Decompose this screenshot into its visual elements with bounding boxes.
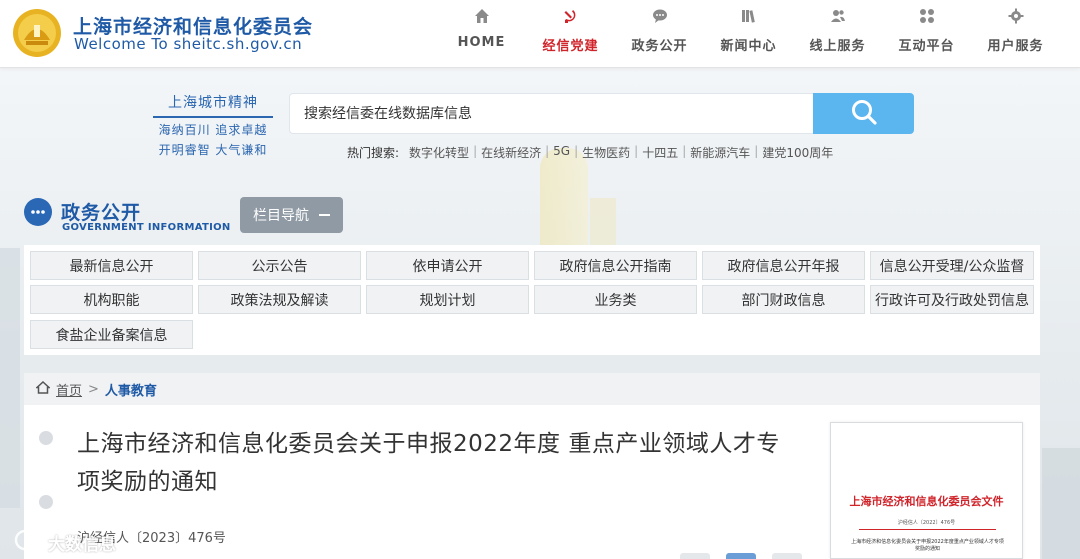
site-header: 上海市经济和信息化委员会 Welcome To sheitc.sh.gov.cn…: [0, 0, 1080, 68]
chat-bubble-icon: [615, 8, 704, 30]
separator: |: [545, 144, 550, 158]
hot-keyword[interactable]: 十四五: [642, 144, 678, 161]
city-spirit-slogan: 上海城市精神 海纳百川 追求卓越 开明睿智 大气谦和: [153, 92, 273, 158]
column-nav-label: 栏目导航: [253, 208, 309, 224]
category-item[interactable]: 食盐企业备案信息: [30, 320, 193, 349]
watermark-logo-icon: [14, 527, 48, 558]
nav-label: 用户服务: [987, 39, 1044, 54]
hot-keyword[interactable]: 建党100周年: [762, 144, 833, 161]
section-title: 政务公开: [61, 202, 142, 224]
thumbnail-doc-number: 沪经信人〔2022〕476号: [897, 520, 956, 526]
hot-keyword[interactable]: 在线新经济: [481, 144, 541, 161]
hot-keyword[interactable]: 数字化转型: [409, 144, 469, 161]
hot-searches: 热门搜索: 数字化转型 | 在线新经济 | 5G | 生物医药 | 十四五 | 新能源汽车…: [347, 144, 833, 161]
search-button[interactable]: [813, 93, 914, 134]
separator: |: [473, 144, 478, 158]
nav-item-gov-affairs[interactable]: 政务公开: [615, 8, 704, 60]
search-box: [289, 93, 814, 134]
hot-keyword[interactable]: 新能源汽车: [690, 144, 750, 161]
category-item[interactable]: 机构职能: [30, 285, 193, 314]
pager-tab-active[interactable]: [726, 553, 756, 559]
nav-item-online-services[interactable]: 线上服务: [793, 8, 882, 60]
category-item[interactable]: 公示公告: [198, 251, 361, 280]
site-domain: Welcome To sheitc.sh.gov.cn: [74, 35, 303, 53]
nav-label: 政务公开: [631, 39, 688, 54]
slogan-line: 开明睿智 大气谦和: [158, 143, 268, 157]
site-logo[interactable]: [12, 8, 62, 58]
category-item[interactable]: 依申请公开: [366, 251, 529, 280]
hammer-sickle-icon: [526, 8, 615, 30]
category-item[interactable]: 规划计划: [366, 285, 529, 314]
hot-keyword[interactable]: 生物医药: [582, 144, 630, 161]
bullet-dot: [39, 495, 53, 509]
search-icon: [850, 98, 878, 130]
separator: |: [754, 144, 759, 158]
breadcrumb: 首页 > 人事教育: [24, 373, 1040, 405]
collapse-icon: [319, 214, 330, 216]
thumbnail-body: 上海市经济和信息化委员会关于申报2022年度重点产业领域人才专项奖励的通知: [851, 539, 1004, 552]
article-title[interactable]: 上海市经济和信息化委员会关于申报2022年度 重点产业领域人才专项奖励的通知: [77, 425, 797, 501]
settings-icon: [971, 8, 1060, 30]
category-item[interactable]: 政策法规及解读: [198, 285, 361, 314]
category-item[interactable]: 政府信息公开年报: [702, 251, 865, 280]
pager-tab[interactable]: [772, 553, 802, 559]
separator: |: [634, 144, 639, 158]
bullet-dot: [39, 431, 53, 445]
section-subtitle: GOVERNMENT INFORMATION: [62, 222, 231, 233]
home-icon: [35, 380, 51, 398]
nav-label: 新闻中心: [720, 39, 777, 54]
skyline-tower: [1042, 448, 1080, 559]
nav-item-news-center[interactable]: 新闻中心: [704, 8, 793, 60]
nav-item-interaction[interactable]: 互动平台: [882, 8, 971, 60]
hot-search-label: 热门搜索:: [347, 146, 400, 160]
separator: |: [682, 144, 687, 158]
skyline-tower: [0, 248, 20, 508]
nav-label: 经信党建: [542, 39, 599, 54]
search-input[interactable]: [290, 94, 813, 133]
books-icon: [704, 8, 793, 30]
watermark-text: 大数信息: [48, 535, 116, 555]
category-item[interactable]: 业务类: [534, 285, 697, 314]
breadcrumb-home-link[interactable]: 首页: [56, 380, 82, 399]
users-icon: [793, 8, 882, 30]
category-grid: 最新信息公开 公示公告 依申请公开 政府信息公开指南 政府信息公开年报 信息公开…: [24, 245, 1040, 355]
thumbnail-red-rule: [859, 529, 996, 530]
category-item[interactable]: 政府信息公开指南: [534, 251, 697, 280]
thumbnail-header: 上海市经济和信息化委员会文件: [849, 495, 1004, 508]
slogan-line: 海纳百川 追求卓越: [158, 123, 268, 137]
nav-item-user-services[interactable]: 用户服务: [971, 8, 1060, 60]
document-thumbnail[interactable]: 上海市经济和信息化委员会文件 沪经信人〔2022〕476号 上海市经济和信息化委…: [830, 422, 1023, 559]
category-item[interactable]: 最新信息公开: [30, 251, 193, 280]
category-item[interactable]: 信息公开受理/公众监督: [870, 251, 1034, 280]
breadcrumb-separator: >: [88, 381, 99, 397]
nav-item-party-building[interactable]: 经信党建: [526, 8, 615, 60]
main-nav: HOME 经信党建 政务公开 新闻中心 线上服务 互动平台 用户服务: [437, 8, 1060, 60]
chat-bubble-icon: [24, 198, 52, 226]
breadcrumb-current[interactable]: 人事教育: [105, 380, 157, 399]
column-nav-toggle-button[interactable]: 栏目导航: [240, 197, 343, 233]
slogan-title: 上海城市精神: [153, 92, 273, 118]
separator: |: [574, 144, 579, 158]
home-icon: [437, 8, 526, 30]
category-item[interactable]: 部门财政信息: [702, 285, 865, 314]
nav-item-home[interactable]: HOME: [437, 8, 526, 60]
hot-keyword[interactable]: 5G: [553, 144, 570, 161]
category-item[interactable]: 行政许可及行政处罚信息: [870, 285, 1034, 314]
grid-dots-icon: [882, 8, 971, 30]
article-panel: 上海市经济和信息化委员会关于申报2022年度 重点产业领域人才专项奖励的通知 沪…: [24, 405, 1040, 559]
watermark: 大数信息: [14, 527, 116, 558]
nav-label: HOME: [457, 35, 506, 50]
nav-label: 线上服务: [809, 39, 866, 54]
pager-tab[interactable]: [680, 553, 710, 559]
nav-label: 互动平台: [898, 39, 955, 54]
